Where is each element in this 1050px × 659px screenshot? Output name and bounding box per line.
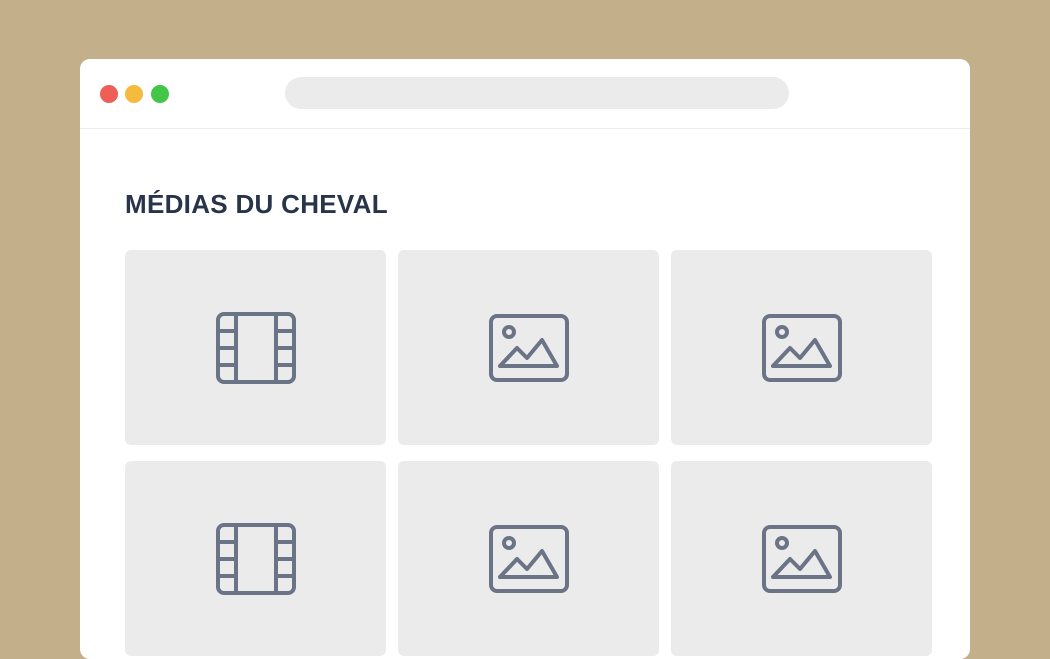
media-tile-image[interactable] [671, 461, 932, 656]
media-tile-video[interactable] [125, 461, 386, 656]
browser-titlebar [80, 59, 970, 129]
minimize-window-button[interactable] [125, 85, 143, 103]
close-window-button[interactable] [100, 85, 118, 103]
image-icon [487, 521, 571, 597]
image-icon [760, 310, 844, 386]
maximize-window-button[interactable] [151, 85, 169, 103]
browser-window: MÉDIAS DU CHEVAL [80, 59, 970, 659]
address-bar[interactable] [285, 77, 789, 109]
media-tile-image[interactable] [398, 461, 659, 656]
media-tile-image[interactable] [671, 250, 932, 445]
media-grid [125, 250, 933, 656]
image-icon [760, 521, 844, 597]
media-tile-video[interactable] [125, 250, 386, 445]
film-icon [214, 521, 298, 597]
image-icon [487, 310, 571, 386]
page-title: MÉDIAS DU CHEVAL [125, 189, 388, 219]
film-icon [214, 310, 298, 386]
media-tile-image[interactable] [398, 250, 659, 445]
